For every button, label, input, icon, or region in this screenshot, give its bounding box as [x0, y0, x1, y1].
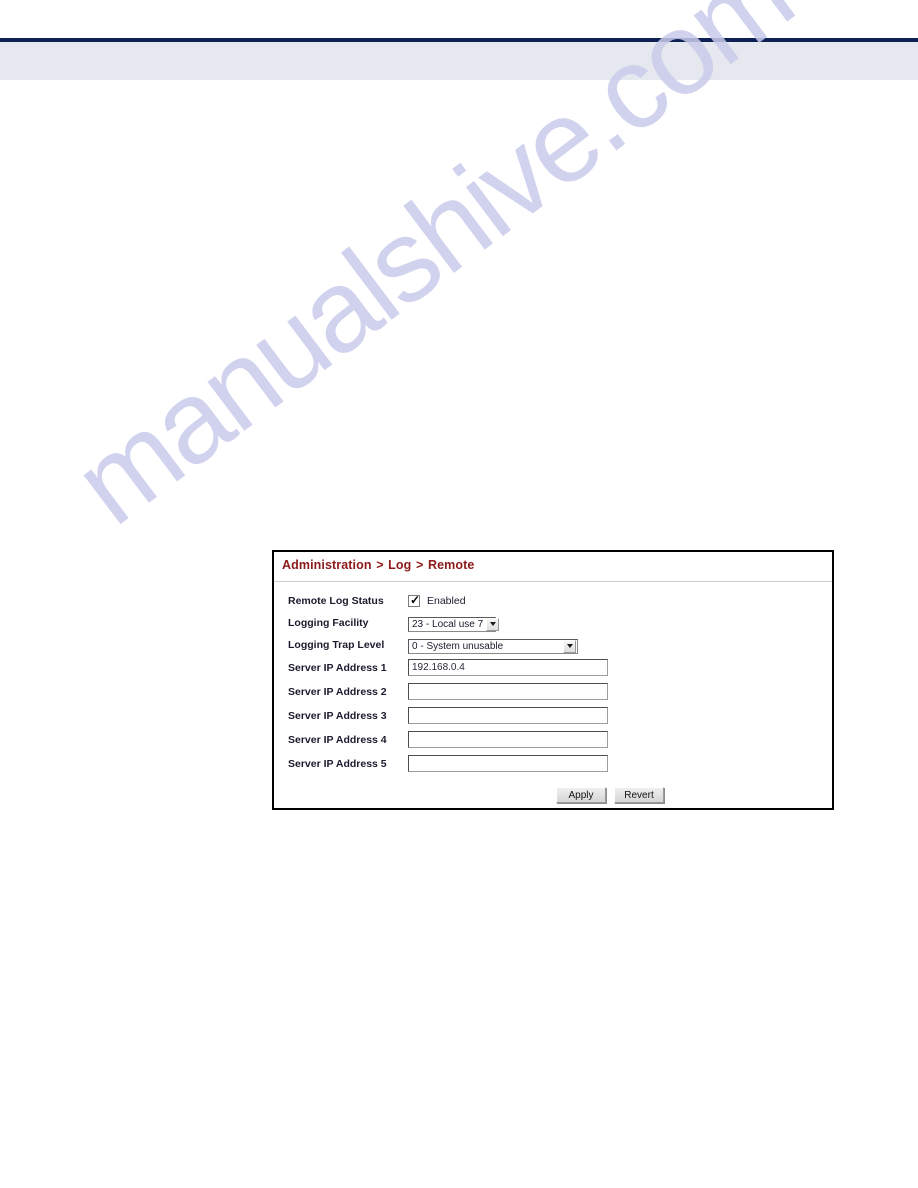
- label-server-ip-address-4: Server IP Address 4: [288, 733, 387, 746]
- form-button-bar: Apply Revert: [274, 776, 832, 803]
- control-server-ip-address-4: [408, 731, 832, 748]
- breadcrumb-separator: >: [376, 558, 384, 572]
- control-logging-trap-level: 0 - System unusable: [408, 636, 832, 654]
- label-server-ip-address-5: Server IP Address 5: [288, 757, 387, 770]
- control-server-ip-address-3: [408, 707, 832, 724]
- control-remote-log-status: ✓ Enabled: [408, 592, 832, 607]
- breadcrumb-item-log[interactable]: Log: [388, 558, 411, 572]
- logging-trap-level-value: 0 - System unusable: [412, 640, 504, 652]
- remote-log-form: Remote Log Status ✓ Enabled Logging Faci…: [274, 582, 832, 803]
- page-header-band: [0, 42, 918, 80]
- server-ip-address-2-input[interactable]: [408, 683, 608, 700]
- breadcrumb-separator: >: [415, 558, 424, 572]
- control-server-ip-address-1: 192.168.0.4: [408, 659, 832, 676]
- breadcrumb-item-remote: Remote: [427, 558, 475, 572]
- form-row-server-ip-address-5: Server IP Address 5: [274, 752, 832, 775]
- server-ip-address-5-input[interactable]: [408, 755, 608, 772]
- form-row-logging-trap-level: Logging Trap Level 0 - System unusable: [274, 634, 832, 655]
- control-server-ip-address-5: [408, 755, 832, 772]
- logging-trap-level-select[interactable]: 0 - System unusable: [408, 638, 578, 654]
- remote-log-status-checkbox[interactable]: ✓: [408, 592, 421, 607]
- form-row-server-ip-address-2: Server IP Address 2: [274, 680, 832, 703]
- label-logging-facility: Logging Facility: [288, 616, 369, 629]
- remote-log-status-checkbox-label: Enabled: [427, 594, 466, 607]
- panel-header: Administration > Log > Remote: [274, 552, 832, 582]
- control-server-ip-address-2: [408, 683, 832, 700]
- form-row-server-ip-address-4: Server IP Address 4: [274, 728, 832, 751]
- breadcrumb: Administration > Log > Remote: [282, 558, 832, 572]
- page-watermark: manualshive.com: [50, 0, 815, 549]
- chevron-down-icon[interactable]: [486, 617, 500, 631]
- logging-facility-value: 23 - Local use 7: [412, 618, 484, 630]
- server-ip-address-4-input[interactable]: [408, 731, 608, 748]
- apply-button[interactable]: Apply: [556, 787, 606, 803]
- revert-button[interactable]: Revert: [614, 787, 664, 803]
- form-row-remote-log-status: Remote Log Status ✓ Enabled: [274, 590, 832, 611]
- form-row-logging-facility: Logging Facility 23 - Local use 7: [274, 612, 832, 633]
- chevron-down-icon[interactable]: [563, 639, 576, 653]
- label-server-ip-address-2: Server IP Address 2: [288, 685, 387, 698]
- label-remote-log-status: Remote Log Status: [288, 594, 384, 607]
- remote-log-settings-panel: Administration > Log > Remote Remote Log…: [272, 550, 834, 810]
- form-row-server-ip-address-1: Server IP Address 1 192.168.0.4: [274, 656, 832, 679]
- control-logging-facility: 23 - Local use 7: [408, 614, 832, 632]
- remote-log-status-checkbox-wrap[interactable]: ✓ Enabled: [408, 592, 832, 607]
- server-ip-address-3-input[interactable]: [408, 707, 608, 724]
- logging-facility-select[interactable]: 23 - Local use 7: [408, 616, 500, 632]
- label-server-ip-address-3: Server IP Address 3: [288, 709, 387, 722]
- server-ip-address-1-input[interactable]: 192.168.0.4: [408, 659, 608, 676]
- breadcrumb-item-administration[interactable]: Administration: [282, 558, 372, 572]
- label-server-ip-address-1: Server IP Address 1: [288, 661, 387, 674]
- check-icon: ✓: [410, 592, 421, 607]
- label-logging-trap-level: Logging Trap Level: [288, 638, 385, 651]
- form-row-server-ip-address-3: Server IP Address 3: [274, 704, 832, 727]
